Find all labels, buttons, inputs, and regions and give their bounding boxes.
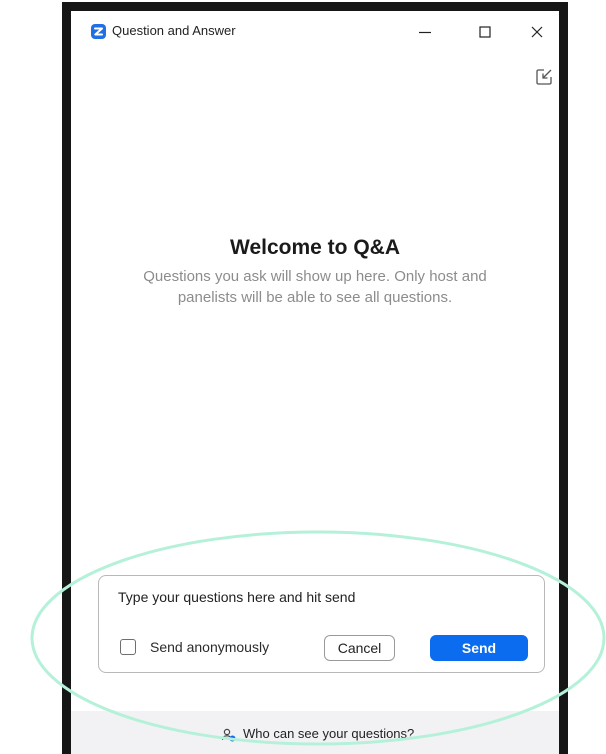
people-icon [221, 727, 237, 743]
maximize-icon [479, 26, 491, 38]
question-compose-box: Send anonymously Cancel Send [98, 575, 545, 673]
welcome-subtitle: Questions you ask will show up here. Onl… [143, 268, 487, 306]
send-anonymously-checkbox[interactable] [120, 639, 136, 655]
who-can-see-link[interactable]: Who can see your questions? [243, 726, 414, 741]
send-anonymously-label: Send anonymously [150, 639, 270, 655]
screenshot-stage: Question and Answer Welcome to Q&A Quest… [0, 0, 606, 754]
close-icon [531, 26, 543, 38]
zoom-logo-icon [91, 24, 106, 39]
title-bar[interactable]: Question and Answer [71, 11, 559, 53]
cancel-button[interactable]: Cancel [324, 635, 395, 661]
question-input[interactable] [118, 586, 518, 608]
close-button[interactable] [519, 17, 555, 47]
send-button[interactable]: Send [430, 635, 528, 661]
qa-window-client: Question and Answer Welcome to Q&A Quest… [71, 11, 559, 754]
popin-arrow-icon [536, 69, 552, 85]
welcome-title: Welcome to Q&A [230, 236, 400, 259]
minimize-button[interactable] [407, 17, 443, 47]
window-title: Question and Answer [112, 23, 236, 38]
maximize-button[interactable] [467, 17, 503, 47]
footer-bar: Who can see your questions? [71, 711, 559, 754]
popin-button[interactable] [535, 68, 553, 86]
welcome-panel: Welcome to Q&A Questions you ask will sh… [71, 236, 559, 308]
minimize-icon [419, 31, 431, 34]
qa-window: Question and Answer Welcome to Q&A Quest… [62, 2, 568, 754]
